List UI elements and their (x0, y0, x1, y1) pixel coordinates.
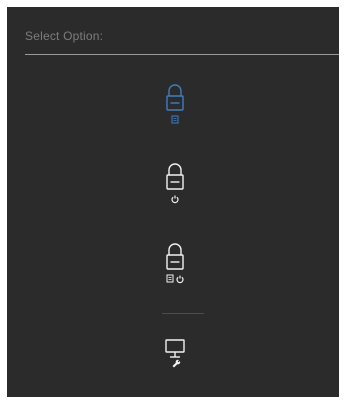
osd-panel: Select Option: (7, 7, 339, 397)
option-lock-menu[interactable] (155, 82, 195, 128)
lock-menu-icon (166, 84, 184, 124)
panel-title: Select Option: (25, 29, 104, 43)
monitor-wrench-icon (165, 339, 185, 368)
lock-power-icon (166, 163, 184, 204)
section-divider (162, 313, 204, 314)
option-lock-power[interactable] (155, 161, 195, 207)
option-monitor-wrench[interactable] (155, 330, 195, 376)
title-divider (25, 54, 339, 55)
option-lock-menu-power[interactable] (155, 241, 195, 287)
lock-menu-power-icon (166, 243, 184, 284)
